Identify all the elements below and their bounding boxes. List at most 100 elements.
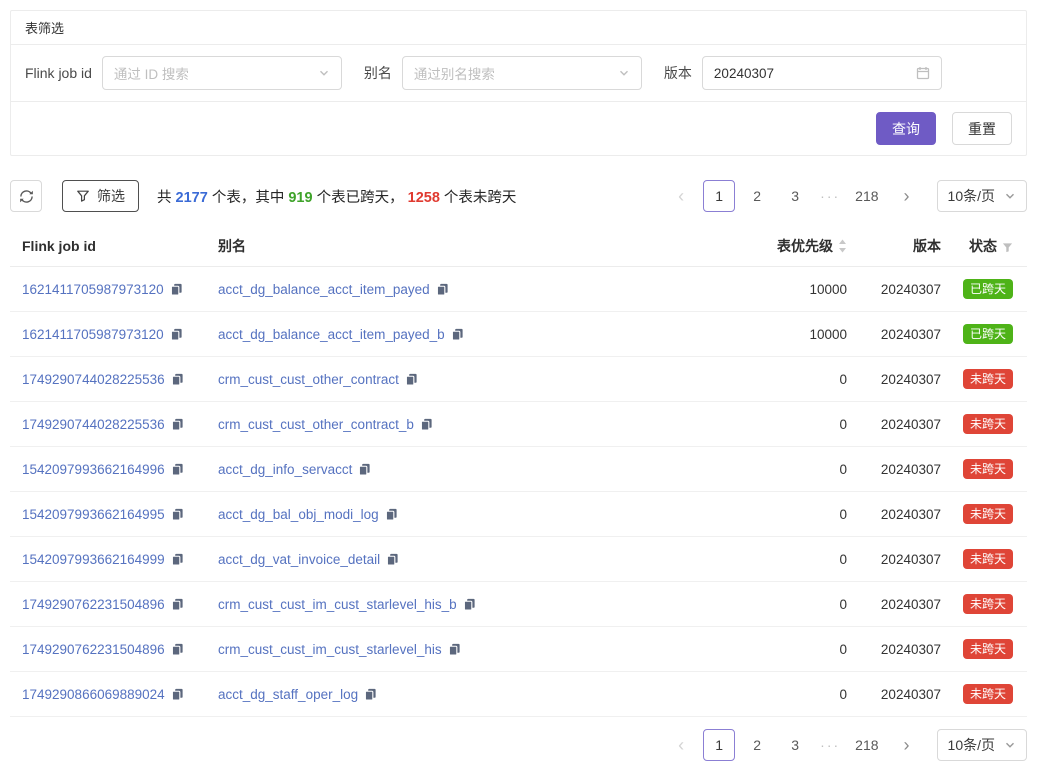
version-cell: 20240307 [849,672,949,717]
pagination-bottom: ‹ 1 2 3 ··· 218 › 10条/页 [665,729,1027,761]
chevron-down-icon [1004,739,1016,751]
status-badge: 未跨天 [963,549,1013,569]
copy-icon[interactable] [405,373,418,386]
page-button-1[interactable]: 1 [703,180,735,212]
status-badge: 未跨天 [963,414,1013,434]
refresh-icon [19,189,34,204]
page-button-2[interactable]: 2 [741,729,773,761]
refresh-button[interactable] [10,180,42,212]
flink-job-id-select[interactable]: 通过 ID 搜索 [102,56,342,90]
page-button-2[interactable]: 2 [741,180,773,212]
copy-icon[interactable] [171,553,184,566]
copy-icon[interactable] [436,283,449,296]
table-row: 1749290744028225536 crm_cust_cust_other_… [10,402,1027,447]
page-size-select[interactable]: 10条/页 [937,729,1027,761]
flink-job-id-link[interactable]: 1542097993662164995 [22,507,165,522]
copy-icon[interactable] [171,598,184,611]
copy-icon[interactable] [171,688,184,701]
alias-link[interactable]: acct_dg_info_servacct [218,462,352,477]
alias-link[interactable]: acct_dg_balance_acct_item_payed_b [218,327,445,342]
priority-cell: 10000 [729,312,849,357]
page-button-3[interactable]: 3 [779,729,811,761]
priority-cell: 0 [729,627,849,672]
priority-cell: 0 [729,537,849,582]
copy-icon[interactable] [171,463,184,476]
pagination-ellipsis[interactable]: ··· [817,737,843,753]
page-button-1[interactable]: 1 [703,729,735,761]
copy-icon[interactable] [385,508,398,521]
table-row: 1621411705987973120 acct_dg_balance_acct… [10,312,1027,357]
flink-job-id-link[interactable]: 1621411705987973120 [22,282,164,297]
pagination-ellipsis[interactable]: ··· [817,188,843,204]
copy-icon[interactable] [463,598,476,611]
priority-cell: 0 [729,357,849,402]
chevron-left-icon[interactable]: ‹ [665,180,697,212]
priority-cell: 0 [729,402,849,447]
pagination-bottom-wrap: ‹ 1 2 3 ··· 218 › 10条/页 [10,729,1027,761]
reset-button[interactable]: 重置 [952,112,1012,145]
copy-icon[interactable] [170,283,183,296]
table-summary: 共 2177 个表，其中 919 个表已跨天， 1258 个表未跨天 [157,186,516,207]
flink-job-id-link[interactable]: 1749290762231504896 [22,597,165,612]
copy-icon[interactable] [420,418,433,431]
copy-icon[interactable] [364,688,377,701]
version-date-value: 20240307 [714,66,774,81]
alias-label: 别名 [364,63,392,83]
query-button[interactable]: 查询 [876,112,936,145]
copy-icon[interactable] [451,328,464,341]
alias-link[interactable]: acct_dg_vat_invoice_detail [218,552,380,567]
status-badge: 未跨天 [963,369,1013,389]
copy-icon[interactable] [171,418,184,431]
table-row: 1749290762231504896 crm_cust_cust_im_cus… [10,627,1027,672]
copy-icon[interactable] [171,508,184,521]
column-header-alias: 别名 [206,226,729,267]
column-header-status[interactable]: 状态 [949,226,1027,267]
column-header-priority[interactable]: 表优先级 [729,226,849,267]
page-size-select[interactable]: 10条/页 [937,180,1027,212]
flink-job-id-link[interactable]: 1542097993662164996 [22,462,165,477]
alias-link[interactable]: crm_cust_cust_im_cust_starlevel_his_b [218,597,457,612]
alias-link[interactable]: crm_cust_cust_im_cust_starlevel_his [218,642,442,657]
page-button-last[interactable]: 218 [849,180,884,212]
chevron-left-icon[interactable]: ‹ [665,729,697,761]
sort-icon[interactable] [838,239,847,253]
priority-cell: 0 [729,582,849,627]
flink-job-id-link[interactable]: 1749290762231504896 [22,642,165,657]
chevron-right-icon[interactable]: › [891,729,923,761]
column-filter-icon[interactable] [1002,242,1013,253]
version-cell: 20240307 [849,582,949,627]
flink-job-id-link[interactable]: 1749290744028225536 [22,417,165,432]
version-cell: 20240307 [849,312,949,357]
table-row: 1749290762231504896 crm_cust_cust_im_cus… [10,582,1027,627]
copy-icon[interactable] [170,328,183,341]
flink-job-id-link[interactable]: 1749290866069889024 [22,687,165,702]
alias-link[interactable]: crm_cust_cust_other_contract [218,372,399,387]
copy-icon[interactable] [386,553,399,566]
copy-icon[interactable] [171,373,184,386]
copy-icon[interactable] [171,643,184,656]
page-button-last[interactable]: 218 [849,729,884,761]
summary-text: 个表未跨天 [440,190,517,206]
flink-job-id-link[interactable]: 1542097993662164999 [22,552,165,567]
page-button-3[interactable]: 3 [779,180,811,212]
total-count: 2177 [176,190,208,206]
table-row: 1542097993662164996 acct_dg_info_servacc… [10,447,1027,492]
status-badge: 未跨天 [963,639,1013,659]
alias-select[interactable]: 通过别名搜索 [402,56,642,90]
chevron-right-icon[interactable]: › [891,180,923,212]
chevron-down-icon [318,67,330,79]
alias-link[interactable]: acct_dg_balance_acct_item_payed [218,282,430,297]
copy-icon[interactable] [448,643,461,656]
filter-button[interactable]: 筛选 [62,180,139,212]
table-toolbar: 筛选 共 2177 个表，其中 919 个表已跨天， 1258 个表未跨天 ‹ … [10,180,1027,212]
summary-text: 个表，其中 [208,190,289,206]
flink-job-id-link[interactable]: 1749290744028225536 [22,372,165,387]
version-date-input[interactable]: 20240307 [702,56,942,90]
alias-link[interactable]: acct_dg_bal_obj_modi_log [218,507,379,522]
copy-icon[interactable] [358,463,371,476]
filter-card-title: 表筛选 [11,11,1026,45]
alias-link[interactable]: crm_cust_cust_other_contract_b [218,417,414,432]
flink-job-id-link[interactable]: 1621411705987973120 [22,327,164,342]
alias-link[interactable]: acct_dg_staff_oper_log [218,687,358,702]
version-cell: 20240307 [849,402,949,447]
